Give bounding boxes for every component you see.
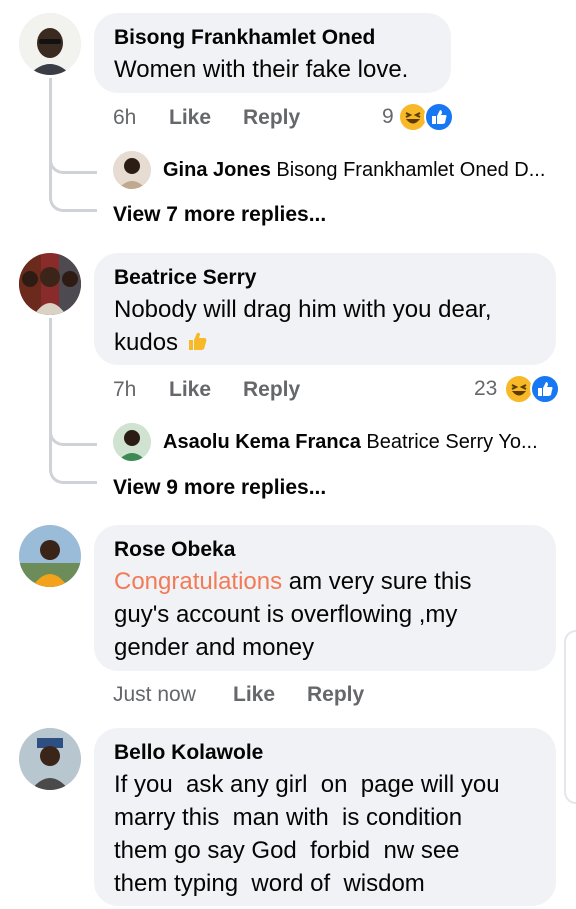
reply-author[interactable]: Gina Jones (163, 159, 271, 181)
comment-time[interactable]: Just now (113, 682, 196, 708)
comment-text: Congratulations am very sure this guy's … (114, 565, 536, 664)
comment-author[interactable]: Bello Kolawole (114, 740, 536, 765)
comment-author[interactable]: Beatrice Serry (114, 265, 536, 290)
comment-text: Women with their fake love. (114, 56, 409, 83)
comment-text-word: kudos (114, 329, 179, 356)
more-connector (49, 440, 97, 484)
comment-bubble: Bisong Frankhamlet Oned Women with their… (94, 13, 451, 93)
reply-text: Bisong Frankhamlet Oned D... (276, 159, 546, 181)
avatar[interactable] (19, 728, 81, 790)
reply-button[interactable]: Reply (243, 377, 300, 403)
reaction-count[interactable]: 23 (474, 376, 497, 402)
comment-bubble: Bello Kolawole If you ask any girl on pa… (94, 728, 556, 906)
comment-text-line: them typing word of wisdom (114, 870, 425, 897)
avatar[interactable] (19, 525, 81, 587)
reply-button[interactable]: Reply (243, 105, 300, 131)
comment-text-line: gender and money (114, 634, 315, 661)
comment-time[interactable]: 6h (113, 105, 136, 131)
like-reaction-icon (424, 102, 454, 132)
comment-text: If you ask any girl on page will you mar… (114, 768, 536, 900)
comment-time[interactable]: 7h (113, 377, 136, 403)
comment-text-line: Congratulations am very sure this (114, 565, 536, 598)
reply-text: Beatrice Serry Yo... (366, 431, 538, 453)
like-button[interactable]: Like (169, 105, 211, 131)
comment-text-line: marry this man with is condition (114, 804, 463, 831)
more-connector (49, 170, 97, 212)
like-button[interactable]: Like (169, 377, 211, 403)
thumbs-up-emoji-icon (188, 332, 207, 350)
avatar[interactable] (19, 253, 81, 315)
comment-text-line: them go say God forbid nw see (114, 837, 460, 864)
comment-text-line: kudos (114, 326, 536, 359)
highlighted-word[interactable]: Congratulations (114, 568, 282, 595)
comment-text-line: If you ask any girl on page will you (114, 771, 500, 798)
avatar[interactable] (113, 151, 151, 189)
like-button[interactable]: Like (233, 682, 275, 708)
view-more-replies[interactable]: View 7 more replies... (113, 203, 326, 227)
comment-bubble: Beatrice Serry Nobody will drag him with… (94, 253, 556, 365)
reply-author[interactable]: Asaolu Kema Franca (163, 431, 361, 453)
view-more-replies[interactable]: View 9 more replies... (113, 476, 326, 500)
avatar-image (19, 13, 81, 75)
reply-preview[interactable]: Asaolu Kema Franca Beatrice Serry Yo... (163, 431, 538, 454)
reaction-count[interactable]: 9 (382, 104, 394, 130)
comment-text: Nobody will drag him with you dear, kudo… (114, 293, 536, 359)
avatar[interactable] (19, 13, 81, 75)
comment-text-line: guy's account is overflowing ,my (114, 601, 458, 628)
reply-preview[interactable]: Gina Jones Bisong Frankhamlet Oned D... (163, 159, 545, 182)
comment-author[interactable]: Bisong Frankhamlet Oned (114, 25, 431, 50)
like-reaction-icon (530, 374, 560, 404)
comment-text-rest: am very sure this (282, 568, 472, 595)
avatar[interactable] (113, 423, 151, 461)
comment-bubble: Rose Obeka Congratulations am very sure … (94, 525, 556, 671)
reply-button[interactable]: Reply (307, 682, 364, 708)
comment-author[interactable]: Rose Obeka (114, 537, 536, 562)
comment-text-line: Nobody will drag him with you dear, (114, 296, 492, 323)
scrollbar[interactable] (564, 630, 576, 804)
